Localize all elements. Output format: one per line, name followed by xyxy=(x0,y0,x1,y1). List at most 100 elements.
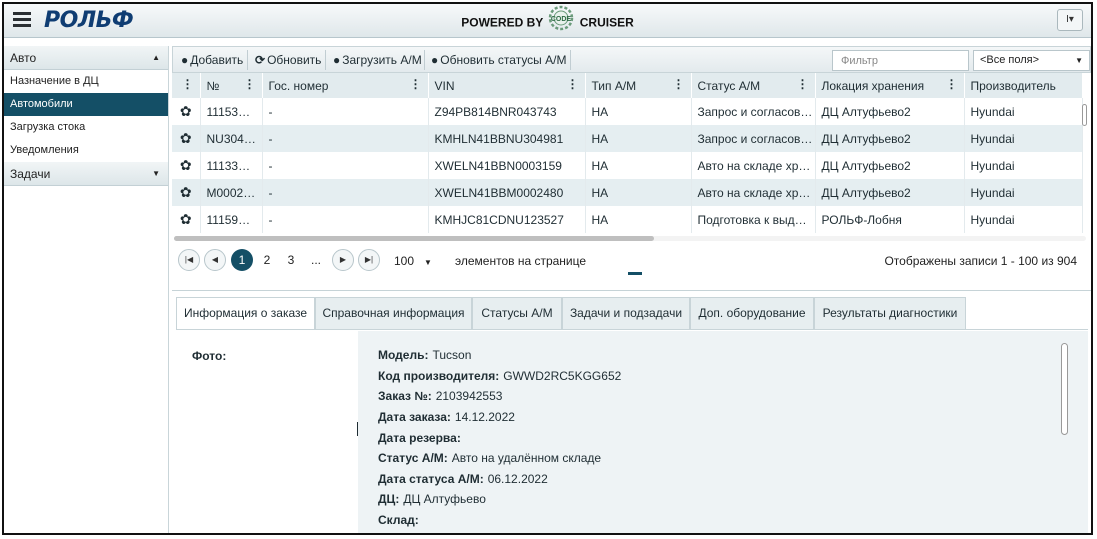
tab-diagnostics[interactable]: Результаты диагностики xyxy=(814,297,966,329)
column-menu-icon[interactable]: ⋮ xyxy=(946,77,958,91)
cell-status: Авто на складе хр… xyxy=(691,152,816,179)
cell-car-type: НА xyxy=(585,98,692,125)
refresh-statuses-label: Обновить статусы А/М xyxy=(440,53,567,67)
page-2[interactable]: 2 xyxy=(256,249,278,271)
user-menu-button[interactable]: I▾ xyxy=(1057,9,1083,31)
detail-panel: Информация о заказе Справочная информаци… xyxy=(172,290,1091,533)
cell-car-type: НА xyxy=(585,206,692,233)
table-row[interactable]: ✿ 11133… - XWELN41BBN0003159 НА Авто на … xyxy=(172,152,1083,179)
cell-plate: - xyxy=(262,98,429,125)
sidebar-item-notifications[interactable]: Уведомления xyxy=(4,139,168,162)
first-page-icon[interactable]: |◀ xyxy=(178,249,200,271)
plus-circle-icon: ● xyxy=(333,53,341,67)
tab-extra-equipment[interactable]: Доп. оборудование xyxy=(690,297,814,329)
scrollbar-thumb[interactable] xyxy=(174,236,654,241)
column-header-manufacturer[interactable]: Производитель xyxy=(964,73,1083,98)
field-car-status: Статус А/М: Авто на удалённом складе xyxy=(378,451,602,465)
column-header-location[interactable]: Локация хранения ⋮ xyxy=(815,73,965,98)
gear-icon[interactable]: ✿ xyxy=(172,206,201,233)
cell-vin: KMHLN41BBNU304981 xyxy=(428,125,586,152)
column-header-number[interactable]: № ⋮ xyxy=(200,73,263,98)
sidebar-group-tasks[interactable]: Задачи ▼ xyxy=(4,162,168,186)
cell-manufacturer: Hyundai xyxy=(964,125,1083,152)
column-menu-icon[interactable]: ⋮ xyxy=(410,77,422,91)
cell-plate: - xyxy=(262,179,429,206)
column-label: VIN xyxy=(434,78,455,93)
column-menu-icon[interactable]: ⋮ xyxy=(567,77,579,91)
cell-number: 11153… xyxy=(200,98,263,125)
column-label: Гос. номер xyxy=(268,78,329,93)
gear-icon[interactable]: ✿ xyxy=(172,125,201,152)
column-header-car-type[interactable]: Тип А/М ⋮ xyxy=(585,73,692,98)
chevron-down-icon: ▼ xyxy=(152,169,160,178)
cell-number: NU304… xyxy=(200,125,263,152)
detail-vertical-scrollbar[interactable] xyxy=(1061,343,1068,435)
column-header-actions: ⋮ xyxy=(172,73,201,98)
tab-car-statuses[interactable]: Статусы А/М xyxy=(472,297,562,329)
column-header-vin[interactable]: VIN ⋮ xyxy=(428,73,586,98)
page-size-select[interactable]: 100 ▼ xyxy=(394,251,432,271)
sidebar-item-assignment[interactable]: Назначение в ДЦ xyxy=(4,70,168,93)
panel-splitter-handle[interactable] xyxy=(628,272,642,275)
tab-reference-info[interactable]: Справочная информация xyxy=(315,297,472,329)
cell-plate: - xyxy=(262,152,429,179)
toolbar: ● Добавить ⟳ Обновить ● Загрузить А/М ● Обно… xyxy=(172,46,1091,73)
column-menu-icon[interactable]: ⋮ xyxy=(244,77,256,91)
cell-status: Подготовка к выд… xyxy=(691,206,816,233)
table-row[interactable]: ✿ 11153… - Z94PB814BNR043743 НА Запрос и… xyxy=(172,98,1083,125)
prev-page-icon[interactable]: ◀ xyxy=(204,249,226,271)
last-page-icon[interactable]: ▶| xyxy=(358,249,380,271)
upload-car-button[interactable]: ● Загрузить А/М xyxy=(330,51,425,69)
column-menu-icon[interactable]: ⋮ xyxy=(182,77,194,91)
column-header-status[interactable]: Статус А/М ⋮ xyxy=(691,73,816,98)
cell-location: РОЛЬФ-Лобня xyxy=(815,206,965,233)
column-menu-icon[interactable]: ⋮ xyxy=(797,77,809,91)
column-header-plate[interactable]: Гос. номер ⋮ xyxy=(262,73,429,98)
table-row[interactable]: ✿ 11159… - KMHJC81CDNU123527 НА Подготов… xyxy=(172,206,1083,233)
photo-label: Фото: xyxy=(192,349,227,363)
cell-plate: - xyxy=(262,206,429,233)
refresh-button[interactable]: ⟳ Обновить xyxy=(252,51,324,69)
table-row[interactable]: ✿ M0002… - XWELN41BBM0002480 НА Авто на … xyxy=(172,179,1083,206)
app-window: РОЛЬФ POWERED BY CODE CRUISER I▾ Авто ▲ … xyxy=(2,2,1093,535)
page-3[interactable]: 3 xyxy=(280,249,302,271)
sidebar-item-stock-upload[interactable]: Загрузка стока xyxy=(4,116,168,139)
add-button[interactable]: ● Добавить xyxy=(178,51,246,69)
cell-location: ДЦ Алтуфьево2 xyxy=(815,179,965,206)
cell-status: Запрос и согласов… xyxy=(691,98,816,125)
next-page-icon[interactable]: ▶ xyxy=(332,249,354,271)
filter-field-select[interactable]: <Все поля> ▼ xyxy=(973,50,1090,71)
order-info-content: Модель: Tucson Код производителя: GWWD2RC5… xyxy=(358,331,1088,533)
cell-location: ДЦ Алтуфьево2 xyxy=(815,125,965,152)
refresh-statuses-button[interactable]: ● Обновить статусы А/М xyxy=(428,51,569,69)
cell-vin: KMHJC81CDNU123527 xyxy=(428,206,586,233)
sidebar: Авто ▲ Назначение в ДЦ Автомобили Загруз… xyxy=(4,46,169,533)
table-vertical-scrollbar[interactable] xyxy=(1082,104,1087,126)
page-size-label: элементов на странице xyxy=(455,254,587,268)
gear-icon[interactable]: ✿ xyxy=(172,179,201,206)
sidebar-group-label: Авто xyxy=(10,51,37,65)
filter-input[interactable] xyxy=(832,50,969,71)
tab-tasks[interactable]: Задачи и подзадачи xyxy=(562,297,690,329)
upload-label: Загрузить А/М xyxy=(342,53,422,67)
chevron-up-icon: ▲ xyxy=(152,53,160,62)
gear-icon[interactable]: ✿ xyxy=(172,98,201,125)
refresh-icon: ⟳ xyxy=(255,53,266,67)
page-ellipsis[interactable]: ... xyxy=(305,249,327,271)
powered-by-label: POWERED BY xyxy=(461,15,544,30)
page-1[interactable]: 1 xyxy=(231,249,253,271)
brand-name: CRUISER xyxy=(579,15,634,30)
table-horizontal-scrollbar[interactable] xyxy=(172,233,1091,243)
cell-manufacturer: Hyundai xyxy=(964,206,1083,233)
plus-circle-icon: ● xyxy=(181,53,189,67)
filter-field-value: <Все поля> xyxy=(980,54,1040,66)
gear-icon[interactable]: ✿ xyxy=(172,152,201,179)
tab-order-info[interactable]: Информация о заказе xyxy=(176,297,315,330)
table-row[interactable]: ✿ NU304… - KMHLN41BBNU304981 НА Запрос и… xyxy=(172,125,1083,152)
sidebar-group-auto[interactable]: Авто ▲ xyxy=(4,46,168,70)
add-label: Добавить xyxy=(190,53,244,67)
cell-status: Запрос и согласов… xyxy=(691,125,816,152)
column-label: Производитель xyxy=(970,78,1056,93)
sidebar-item-cars[interactable]: Автомобили xyxy=(4,93,168,116)
column-menu-icon[interactable]: ⋮ xyxy=(673,77,685,91)
